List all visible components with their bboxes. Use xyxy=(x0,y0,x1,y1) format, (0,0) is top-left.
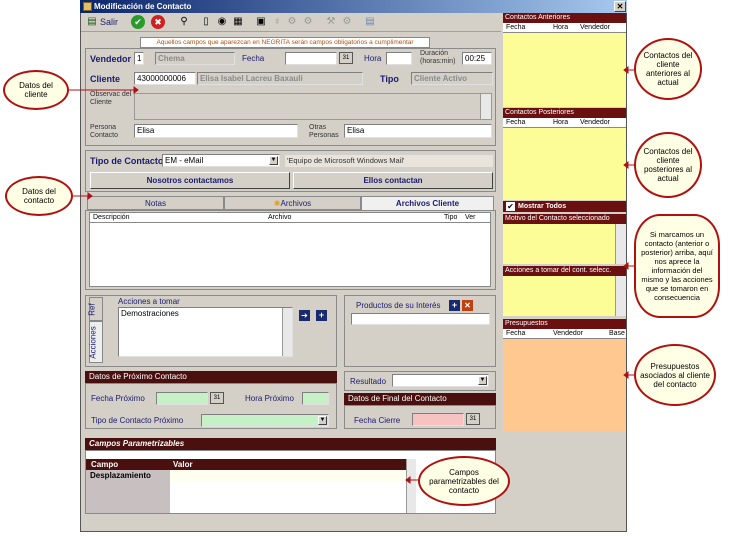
callout-posteriores: Contactos del cliente posteriores al act… xyxy=(634,132,702,198)
callout-anteriores: Contactos del cliente anteriores al actu… xyxy=(634,38,702,100)
callout-datos-contacto: Datos del contacto xyxy=(5,176,73,216)
callout-seleccion: Si marcamos un contacto (anterior o post… xyxy=(634,214,720,318)
callout-datos-cliente: Datos del cliente xyxy=(3,70,69,110)
callout-lines xyxy=(69,66,634,484)
callout-campos: Campos parametrizables del contacto xyxy=(418,456,510,506)
callout-presupuestos: Presupuestos asociados al cliente del co… xyxy=(634,344,716,406)
